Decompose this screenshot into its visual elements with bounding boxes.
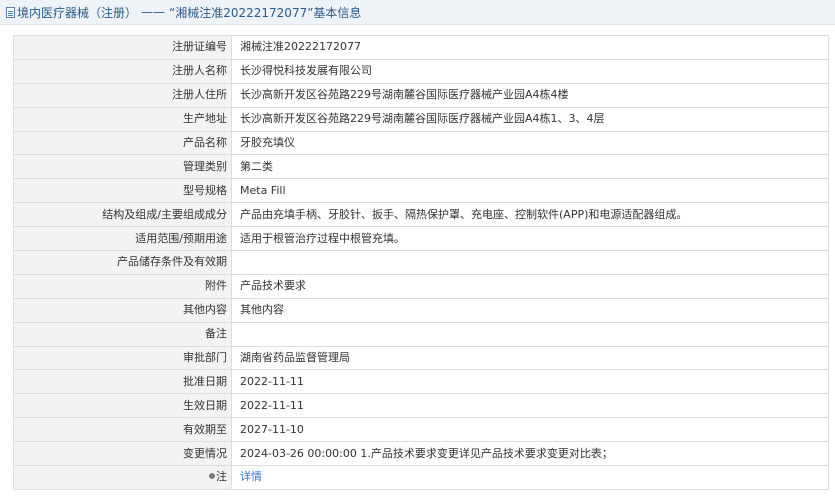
table-row: 管理类别 第二类 <box>13 154 829 180</box>
table-row: 审批部门 湖南省药品监督管理局 <box>13 345 829 371</box>
field-label: 审批部门 <box>13 345 232 371</box>
table-row: 产品名称 牙胶充填仪 <box>13 130 829 156</box>
note-label-cell: 注 <box>13 465 232 490</box>
field-value: 湘械注准20222172077 <box>231 35 829 60</box>
breadcrumb: 境内医疗器械（注册） <box>17 5 138 20</box>
field-label: 变更情况 <box>13 441 232 467</box>
record-title: “湘械注准20222172077”基本信息 <box>169 5 362 20</box>
field-value: 其他内容 <box>231 297 829 323</box>
field-value: Meta Fill <box>231 178 829 204</box>
field-label: 型号规格 <box>13 178 232 204</box>
table-row: 附件 产品技术要求 <box>13 273 829 299</box>
field-label: 注册人名称 <box>13 58 232 84</box>
field-value: 产品技术要求 <box>231 273 829 299</box>
field-label: 备注 <box>13 321 232 347</box>
field-label: 附件 <box>13 273 232 299</box>
info-table: 注册证编号 湘械注准20222172077 注册人名称 长沙得悦科技发展有限公司 注… <box>13 35 829 490</box>
field-value: 2022-11-11 <box>231 369 829 395</box>
header-separator: —— <box>141 5 166 19</box>
table-row: 批准日期 2022-11-11 <box>13 369 829 395</box>
field-value: 2024-03-26 00:00:00 1.产品技术要求变更详见产品技术要求变更… <box>231 441 829 467</box>
field-label: 注册证编号 <box>13 35 232 60</box>
table-row: 型号规格 Meta Fill <box>13 178 829 204</box>
field-value: 适用于根管治疗过程中根管充填。 <box>231 226 829 252</box>
field-label: 结构及组成/主要组成成分 <box>13 202 232 228</box>
table-row: 注册证编号 湘械注准20222172077 <box>13 35 829 60</box>
field-label: 生效日期 <box>13 393 232 419</box>
table-row: 产品储存条件及有效期 <box>13 250 829 275</box>
field-value: 第二类 <box>231 154 829 180</box>
field-label: 批准日期 <box>13 369 232 395</box>
field-value: 2027-11-10 <box>231 417 829 443</box>
field-label: 有效期至 <box>13 417 232 443</box>
field-value: 长沙得悦科技发展有限公司 <box>231 58 829 84</box>
page-header: 境内医疗器械（注册） —— “湘械注准20222172077”基本信息 <box>0 0 835 25</box>
field-value: 长沙高新开发区谷苑路229号湖南麓谷国际医疗器械产业园A4栋1、3、4层 <box>231 106 829 132</box>
field-value: 湖南省药品监督管理局 <box>231 345 829 371</box>
field-label: 适用范围/预期用途 <box>13 226 232 252</box>
note-value-cell: 详情 <box>231 465 829 490</box>
table-row: 其他内容 其他内容 <box>13 297 829 323</box>
table-row: 生产地址 长沙高新开发区谷苑路229号湖南麓谷国际医疗器械产业园A4栋1、3、4层 <box>13 106 829 132</box>
table-row: 注册人住所 长沙高新开发区谷苑路229号湖南麓谷国际医疗器械产业园A4栋4楼 <box>13 82 829 108</box>
field-value: 2022-11-11 <box>231 393 829 419</box>
table-row: 适用范围/预期用途 适用于根管治疗过程中根管充填。 <box>13 226 829 252</box>
table-row: 有效期至 2027-11-10 <box>13 417 829 443</box>
field-label: 生产地址 <box>13 106 232 132</box>
table-row-note: 注 详情 <box>13 465 829 490</box>
table-row: 备注 <box>13 321 829 347</box>
field-label: 产品储存条件及有效期 <box>13 250 232 275</box>
details-link[interactable]: 详情 <box>240 470 262 483</box>
note-label: 注 <box>216 470 227 484</box>
field-value <box>231 250 829 275</box>
field-label: 产品名称 <box>13 130 232 156</box>
field-value: 牙胶充填仪 <box>231 130 829 156</box>
field-label: 管理类别 <box>13 154 232 180</box>
field-value <box>231 321 829 347</box>
field-label: 其他内容 <box>13 297 232 323</box>
table-row: 结构及组成/主要组成成分 产品由充填手柄、牙胶针、扳手、隔热保护罩、充电座、控制软… <box>13 202 829 228</box>
table-row: 注册人名称 长沙得悦科技发展有限公司 <box>13 58 829 84</box>
field-value: 长沙高新开发区谷苑路229号湖南麓谷国际医疗器械产业园A4栋4楼 <box>231 82 829 108</box>
table-row: 生效日期 2022-11-11 <box>13 393 829 419</box>
pin-icon <box>209 473 215 480</box>
document-icon <box>6 6 15 18</box>
table-row: 变更情况 2024-03-26 00:00:00 1.产品技术要求变更详见产品技术… <box>13 441 829 467</box>
field-label: 注册人住所 <box>13 82 232 108</box>
field-value: 产品由充填手柄、牙胶针、扳手、隔热保护罩、充电座、控制软件(APP)和电源适配器… <box>231 202 829 228</box>
